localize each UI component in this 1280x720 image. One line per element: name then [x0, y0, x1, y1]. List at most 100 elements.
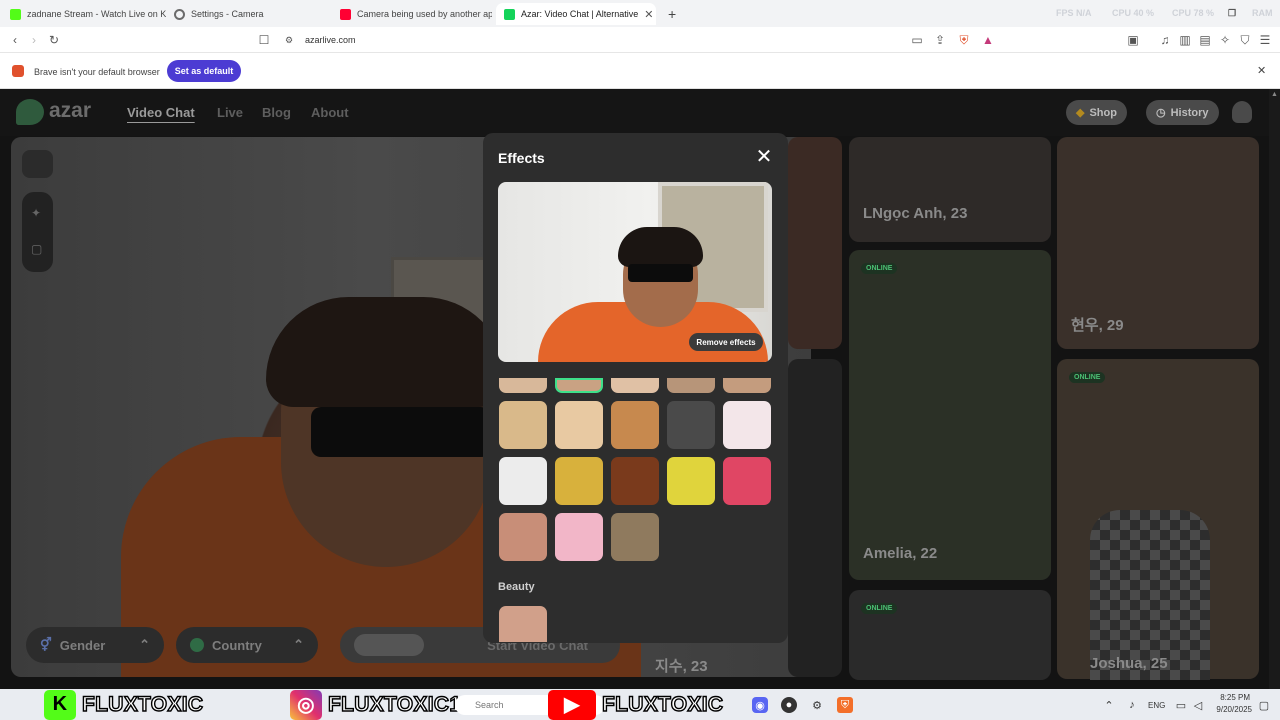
gender-filter[interactable]: ⚥ Gender ⌃: [26, 627, 164, 663]
tab-strip: zadnane Stream - Watch Live on Kick Sett…: [0, 0, 1280, 27]
effect-thumb-leopard[interactable]: [611, 457, 659, 505]
wallet-icon[interactable]: ▤: [1197, 32, 1213, 48]
tab-kick[interactable]: zadnane Stream - Watch Live on Kick: [2, 3, 166, 25]
effect-thumb-flip-flop[interactable]: [555, 457, 603, 505]
restore-window-icon[interactable]: ❐: [1228, 8, 1236, 19]
address-bar: ‹ › ↻ ☐ ⚙ azarlive.com ▭ ⇪ ⛨ ▲ ▣ ♫ ▥ ▤ ✧…: [0, 27, 1280, 53]
vpn-icon[interactable]: ⛉: [1237, 32, 1253, 48]
cpu-readout: CPU 40 %: [1112, 8, 1155, 18]
effect-thumb-zebra[interactable]: [667, 401, 715, 449]
volume-icon[interactable]: ◁: [1190, 697, 1206, 713]
beauty-thumb[interactable]: [499, 606, 547, 642]
effect-thumb-panda-mask[interactable]: [499, 401, 547, 449]
gear-icon: [174, 8, 185, 20]
profile-card[interactable]: [849, 250, 1051, 580]
scroll-up-icon[interactable]: ▲: [1271, 91, 1278, 98]
preview-hair: [618, 227, 703, 267]
settings-gear-icon[interactable]: ⚙: [809, 697, 825, 713]
language-indicator[interactable]: ENG: [1148, 701, 1165, 710]
clock-icon: ◷: [1156, 107, 1166, 119]
nav-about[interactable]: About: [311, 105, 349, 120]
online-badge: ONLINE: [861, 603, 898, 614]
profile-card[interactable]: [788, 359, 842, 677]
kick-brand-text: FLUXTOXIC: [81, 692, 204, 716]
fullscreen-icon[interactable]: [22, 150, 53, 178]
country-label: Country: [212, 637, 262, 653]
set-default-button[interactable]: Set as default: [167, 60, 241, 82]
ram-readout: RAM: [1252, 8, 1273, 18]
chevron-up-icon[interactable]: ⌃: [1101, 697, 1117, 713]
tab-azar[interactable]: Azar: Video Chat | Alternative ✕: [496, 3, 656, 25]
effect-thumb-heart-face[interactable]: [723, 457, 771, 505]
side-tools: ✦ ▢: [22, 192, 53, 272]
back-icon[interactable]: ‹: [7, 32, 23, 48]
sticker-icon[interactable]: ▢: [31, 242, 42, 256]
new-tab-button[interactable]: +: [660, 3, 680, 25]
effect-thumb-makeup-woman[interactable]: [499, 513, 547, 561]
remove-effects-button[interactable]: Remove effects: [689, 333, 763, 351]
effect-thumb-selected[interactable]: [555, 378, 603, 393]
brave-taskbar-icon[interactable]: ⛨: [837, 697, 853, 713]
page-scrollbar[interactable]: ▲: [1269, 89, 1280, 689]
fps-readout: FPS N/A: [1056, 8, 1092, 18]
azar-logo-text[interactable]: azar: [49, 99, 91, 123]
reload-icon[interactable]: ↻: [46, 32, 62, 48]
obs-icon[interactable]: ●: [781, 697, 797, 713]
microphone-icon[interactable]: ♪: [1124, 697, 1140, 713]
cast-icon[interactable]: ▭: [909, 32, 925, 48]
menu-icon[interactable]: ☰: [1257, 32, 1273, 48]
site-info-icon[interactable]: ⚙: [281, 32, 297, 48]
leo-icon[interactable]: ✧: [1217, 32, 1233, 48]
url-text[interactable]: azarlive.com: [305, 35, 356, 45]
tab-title: Camera being used by another appli: [357, 9, 492, 19]
effect-thumb[interactable]: [667, 378, 715, 393]
effect-thumb-googly-eyes[interactable]: [499, 457, 547, 505]
tab-settings[interactable]: Settings - Camera: [166, 3, 334, 25]
effect-thumb[interactable]: [723, 378, 771, 393]
nav-live[interactable]: Live: [217, 105, 243, 120]
globe-icon: [190, 638, 204, 652]
effect-thumb-glasses-woman[interactable]: [555, 401, 603, 449]
notification-icon[interactable]: ▢: [1256, 697, 1272, 713]
tab-title: Settings - Camera: [191, 9, 264, 19]
preview-sunglasses: [628, 264, 693, 282]
reader-icon[interactable]: ▥: [1177, 32, 1193, 48]
brave-rewards-icon[interactable]: ▲: [980, 32, 996, 48]
brave-shields-icon[interactable]: ⛨: [956, 32, 972, 48]
discord-icon[interactable]: ◉: [752, 697, 768, 713]
country-filter[interactable]: Country ⌃: [176, 627, 318, 663]
sparkle-icon[interactable]: ✦: [31, 206, 41, 220]
network-icon[interactable]: ▭: [1173, 697, 1189, 713]
effect-thumb-bunny-ears[interactable]: [555, 513, 603, 561]
effect-thumb-sunglasses-woman[interactable]: [611, 513, 659, 561]
shop-button[interactable]: ◆ Shop: [1066, 100, 1127, 125]
bookmark-icon[interactable]: ☐: [256, 32, 272, 48]
forward-icon[interactable]: ›: [26, 32, 42, 48]
sidebar-toggle-icon[interactable]: ▣: [1125, 32, 1141, 48]
tab-camera-error[interactable]: Camera being used by another appli: [332, 3, 492, 25]
close-icon[interactable]: ✕: [1257, 64, 1266, 77]
effect-thumb-hamster[interactable]: [611, 401, 659, 449]
close-icon[interactable]: ✕: [754, 147, 774, 167]
youtube-icon: [340, 8, 351, 20]
brave-logo-icon: [12, 65, 24, 77]
effect-thumb-cartoon-face[interactable]: [723, 401, 771, 449]
nav-blog[interactable]: Blog: [262, 105, 291, 120]
user-avatars: [354, 634, 424, 656]
share-icon[interactable]: ⇪: [932, 32, 948, 48]
sunglasses: [311, 407, 491, 457]
profile-card[interactable]: [849, 137, 1051, 242]
music-icon[interactable]: ♫: [1157, 32, 1173, 48]
history-button[interactable]: ◷ History: [1146, 100, 1219, 125]
azar-logo-icon[interactable]: [16, 99, 44, 125]
profile-card[interactable]: [788, 137, 842, 349]
profile-name: LNgọc Anh, 23: [863, 205, 968, 222]
effect-thumb[interactable]: [499, 378, 547, 393]
nav-video-chat[interactable]: Video Chat: [127, 105, 195, 120]
effect-thumb[interactable]: [611, 378, 659, 393]
search-label: Search: [475, 700, 504, 710]
effect-thumb-yellow-mask[interactable]: [667, 457, 715, 505]
gender-icon: ⚥: [40, 637, 52, 652]
avatar[interactable]: [1232, 101, 1252, 123]
close-tab-icon[interactable]: ✕: [644, 8, 653, 21]
